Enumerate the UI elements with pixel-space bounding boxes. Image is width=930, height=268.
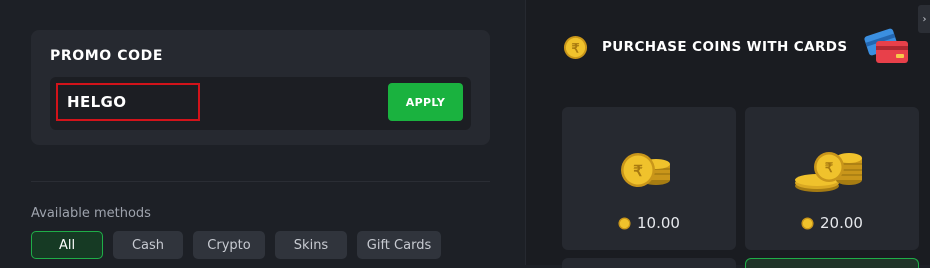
apply-button[interactable]: APPLY [388,83,463,121]
method-pill-gift-cards[interactable]: Gift Cards [357,231,441,259]
method-filter-pills: All Cash Crypto Skins Gift Cards [31,231,441,259]
coin-pack-20[interactable]: ₹ 20.00 [745,107,919,250]
coin-icon: ₹ [563,35,588,60]
pack-price: 20.00 [745,214,919,232]
coin-pack-next-selected[interactable] [745,258,919,268]
method-pill-all[interactable]: All [31,231,103,259]
pack-price-value: 20.00 [820,214,863,232]
svg-text:₹: ₹ [572,41,580,55]
coin-icon [618,216,631,230]
purchase-coins-title: PURCHASE COINS WITH CARDS [602,39,848,55]
method-pill-skins[interactable]: Skins [275,231,347,259]
pack-price-value: 10.00 [637,214,680,232]
method-pill-crypto[interactable]: Crypto [193,231,265,259]
coin-icon [801,216,814,230]
promo-code-title: PROMO CODE [50,48,164,64]
pack-price: 10.00 [562,214,736,232]
left-panel: PROMO CODE HELGO APPLY Available methods… [0,0,525,265]
purchase-panel: ₹ PURCHASE COINS WITH CARDS › ₹ 10.00 ₹ … [525,0,930,268]
coin-stack-icon: ₹ [621,153,670,187]
panel-expand-tab[interactable]: › [918,5,930,33]
coin-pack-10[interactable]: ₹ 10.00 [562,107,736,250]
coin-pack-next[interactable] [562,258,736,268]
promo-code-row: HELGO APPLY [50,77,471,130]
svg-text:₹: ₹ [633,163,643,180]
available-methods-label: Available methods [31,206,151,221]
section-divider [31,181,490,182]
svg-text:₹: ₹ [825,160,834,175]
promo-code-card: PROMO CODE HELGO APPLY [31,30,490,145]
credit-cards-icon [864,28,908,63]
coin-pile-icon: ₹ [795,152,862,192]
method-pill-cash[interactable]: Cash [113,231,183,259]
promo-code-input[interactable]: HELGO [56,83,200,121]
